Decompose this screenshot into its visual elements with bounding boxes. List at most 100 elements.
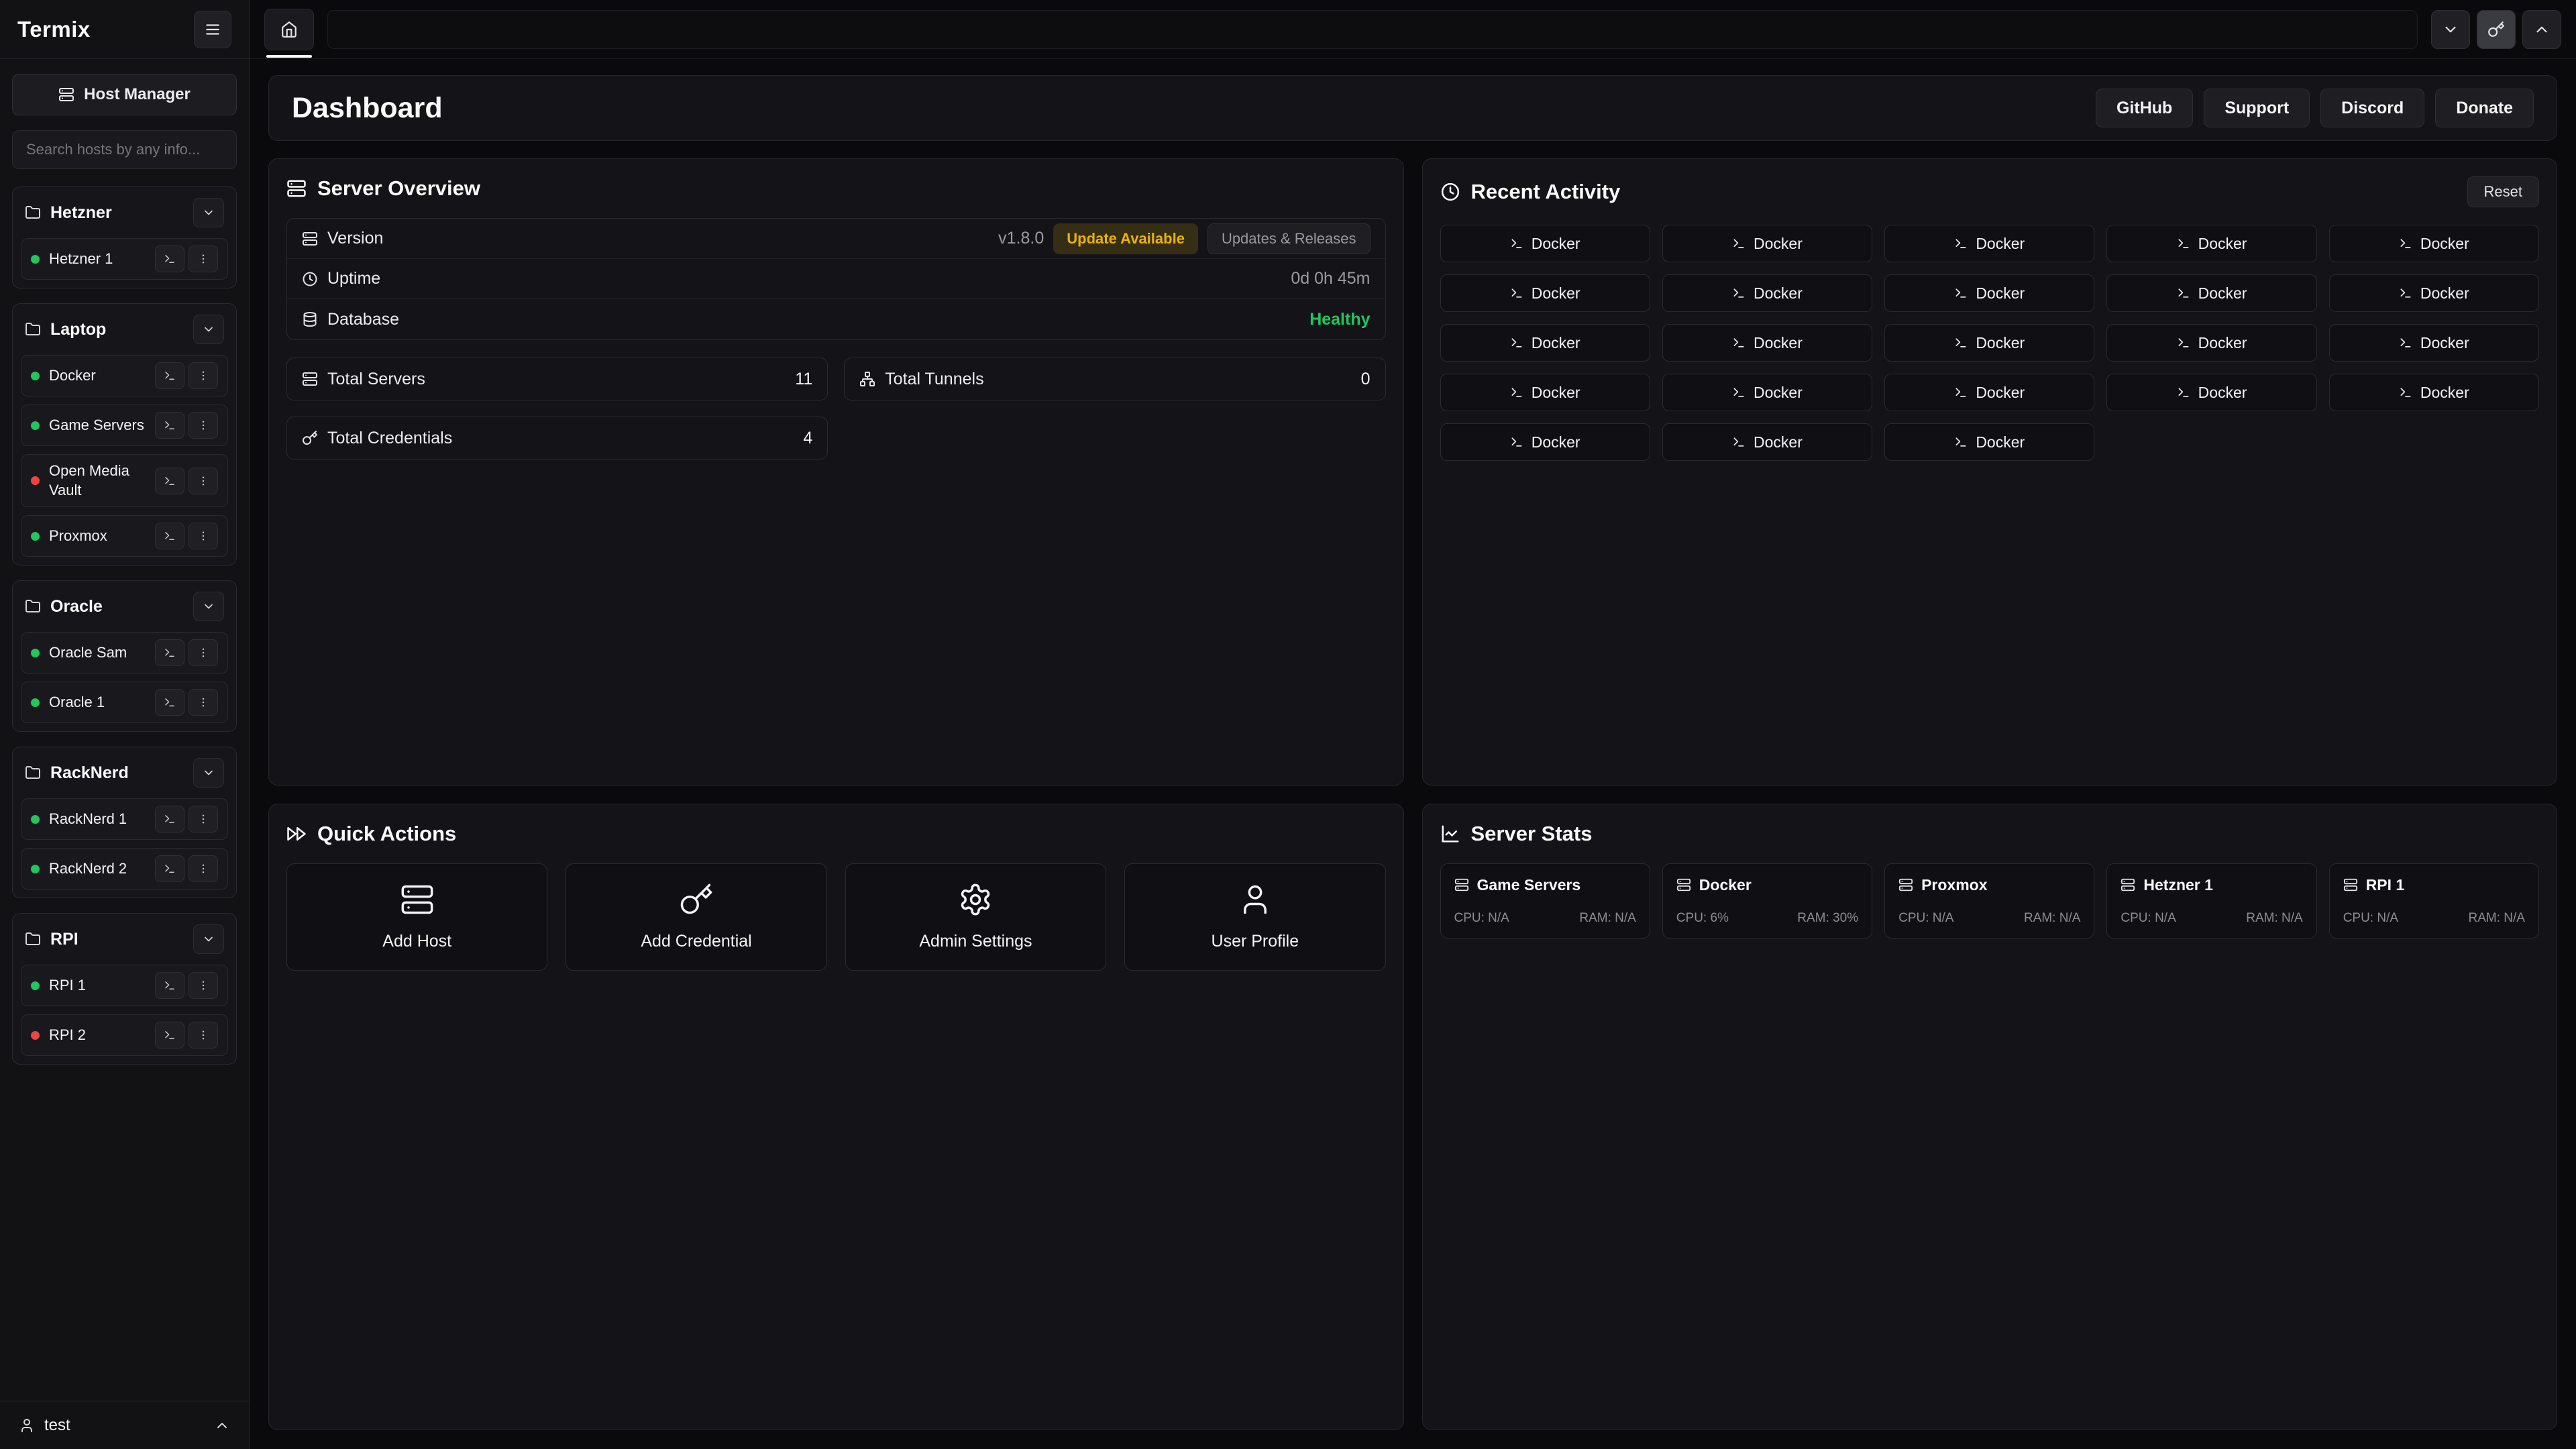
sidebar-toggle-button[interactable] — [194, 11, 231, 48]
fast-forward-icon — [286, 824, 307, 844]
host-menu-button[interactable] — [189, 362, 218, 389]
host-terminal-button[interactable] — [155, 468, 184, 494]
activity-item-button[interactable]: Docker — [1440, 374, 1650, 411]
host-item-proxmox[interactable]: Proxmox — [21, 515, 228, 557]
tab-home[interactable] — [264, 9, 314, 50]
activity-item-button[interactable]: Docker — [1440, 324, 1650, 362]
host-manager-button[interactable]: Host Manager — [12, 74, 237, 115]
activity-item-button[interactable]: Docker — [2106, 274, 2316, 312]
host-terminal-button[interactable] — [155, 246, 184, 272]
host-item-racknerd-2[interactable]: RackNerd 2 — [21, 848, 228, 890]
tabs-scroll-down-button[interactable] — [2431, 10, 2470, 49]
host-terminal-button[interactable] — [155, 412, 184, 439]
activity-item-button[interactable]: Docker — [1884, 274, 2094, 312]
activity-item-button[interactable]: Docker — [1440, 423, 1650, 461]
server-name: RPI 1 — [2366, 876, 2405, 894]
host-name: RPI 1 — [49, 976, 146, 996]
host-item-rpi-2[interactable]: RPI 2 — [21, 1014, 228, 1056]
activity-item-button[interactable]: Docker — [2329, 374, 2539, 411]
host-search-input[interactable] — [12, 130, 237, 169]
host-terminal-button[interactable] — [155, 362, 184, 389]
activity-item-label: Docker — [1532, 235, 1580, 253]
tab-strip — [327, 10, 2418, 49]
overview-stat-total-tunnels: Total Tunnels0 — [844, 358, 1385, 400]
header-link-discord[interactable]: Discord — [2320, 89, 2424, 127]
reset-button[interactable]: Reset — [2467, 176, 2539, 207]
activity-item-button[interactable]: Docker — [1662, 324, 1872, 362]
header-link-support[interactable]: Support — [2204, 89, 2310, 127]
activity-item-button[interactable]: Docker — [2329, 225, 2539, 262]
host-menu-button[interactable] — [189, 1022, 218, 1049]
folder-header[interactable]: RackNerd — [21, 755, 228, 790]
host-terminal-button[interactable] — [155, 523, 184, 549]
activity-item-button[interactable]: Docker — [1440, 225, 1650, 262]
server-icon — [58, 87, 74, 103]
header-link-github[interactable]: GitHub — [2096, 89, 2193, 127]
host-menu-button[interactable] — [189, 972, 218, 999]
host-item-docker[interactable]: Docker — [21, 355, 228, 396]
folder-collapse-button[interactable] — [193, 924, 224, 954]
host-menu-button[interactable] — [189, 689, 218, 716]
host-item-game-servers[interactable]: Game Servers — [21, 405, 228, 446]
stat-value: 4 — [803, 429, 812, 448]
host-terminal-button[interactable] — [155, 972, 184, 999]
activity-item-button[interactable]: Docker — [1884, 324, 2094, 362]
folder-collapse-button[interactable] — [193, 315, 224, 344]
host-terminal-button[interactable] — [155, 855, 184, 882]
user-menu[interactable]: test — [0, 1401, 249, 1449]
host-name: RPI 2 — [49, 1026, 146, 1045]
activity-item-button[interactable]: Docker — [2329, 274, 2539, 312]
server-cpu: CPU: N/A — [1454, 911, 1509, 926]
header-link-donate[interactable]: Donate — [2435, 89, 2534, 127]
folder-header[interactable]: Laptop — [21, 312, 228, 347]
activity-item-button[interactable]: Docker — [2106, 225, 2316, 262]
server-stats-grid: Game ServersCPU: N/ARAM: N/ADockerCPU: 6… — [1440, 863, 2540, 938]
host-terminal-button[interactable] — [155, 689, 184, 716]
host-item-oracle-sam[interactable]: Oracle Sam — [21, 632, 228, 674]
page-header: Dashboard GitHubSupportDiscordDonate — [268, 75, 2557, 141]
host-menu-button[interactable] — [189, 412, 218, 439]
activity-item-button[interactable]: Docker — [1884, 423, 2094, 461]
host-menu-button[interactable] — [189, 855, 218, 882]
host-name: Oracle Sam — [49, 643, 146, 663]
tabbar-key-button[interactable] — [2477, 10, 2516, 49]
quick-action-admin-settings[interactable]: Admin Settings — [845, 863, 1106, 971]
host-item-rpi-1[interactable]: RPI 1 — [21, 965, 228, 1006]
host-menu-button[interactable] — [189, 806, 218, 833]
host-terminal-button[interactable] — [155, 1022, 184, 1049]
activity-item-button[interactable]: Docker — [2329, 324, 2539, 362]
host-item-oracle-1[interactable]: Oracle 1 — [21, 682, 228, 723]
quick-action-user-profile[interactable]: User Profile — [1124, 863, 1385, 971]
activity-item-button[interactable]: Docker — [1662, 274, 1872, 312]
folder-header[interactable]: Hetzner — [21, 195, 228, 230]
folder-collapse-button[interactable] — [193, 198, 224, 227]
tabs-scroll-up-button[interactable] — [2522, 10, 2561, 49]
host-terminal-button[interactable] — [155, 639, 184, 666]
folder-collapse-button[interactable] — [193, 592, 224, 621]
host-menu-button[interactable] — [189, 639, 218, 666]
folder-header[interactable]: Oracle — [21, 589, 228, 624]
quick-action-add-host[interactable]: Add Host — [286, 863, 547, 971]
host-menu-button[interactable] — [189, 468, 218, 494]
host-item-open-media-vault[interactable]: Open Media Vault — [21, 454, 228, 507]
activity-item-button[interactable]: Docker — [1884, 225, 2094, 262]
activity-item-button[interactable]: Docker — [1440, 274, 1650, 312]
host-item-hetzner-1[interactable]: Hetzner 1 — [21, 238, 228, 280]
updates-releases-button[interactable]: Updates & Releases — [1208, 223, 1371, 254]
folder-collapse-button[interactable] — [193, 758, 224, 788]
kebab-icon — [197, 475, 209, 487]
quick-action-add-credential[interactable]: Add Credential — [566, 863, 826, 971]
host-actions — [155, 246, 218, 272]
activity-item-button[interactable]: Docker — [1662, 423, 1872, 461]
folder-name: Hetzner — [50, 203, 184, 223]
activity-item-button[interactable]: Docker — [1662, 374, 1872, 411]
activity-item-button[interactable]: Docker — [1662, 225, 1872, 262]
host-menu-button[interactable] — [189, 246, 218, 272]
activity-item-button[interactable]: Docker — [1884, 374, 2094, 411]
host-item-racknerd-1[interactable]: RackNerd 1 — [21, 798, 228, 840]
activity-item-button[interactable]: Docker — [2106, 374, 2316, 411]
folder-header[interactable]: RPI — [21, 922, 228, 957]
host-terminal-button[interactable] — [155, 806, 184, 833]
host-menu-button[interactable] — [189, 523, 218, 549]
activity-item-button[interactable]: Docker — [2106, 324, 2316, 362]
